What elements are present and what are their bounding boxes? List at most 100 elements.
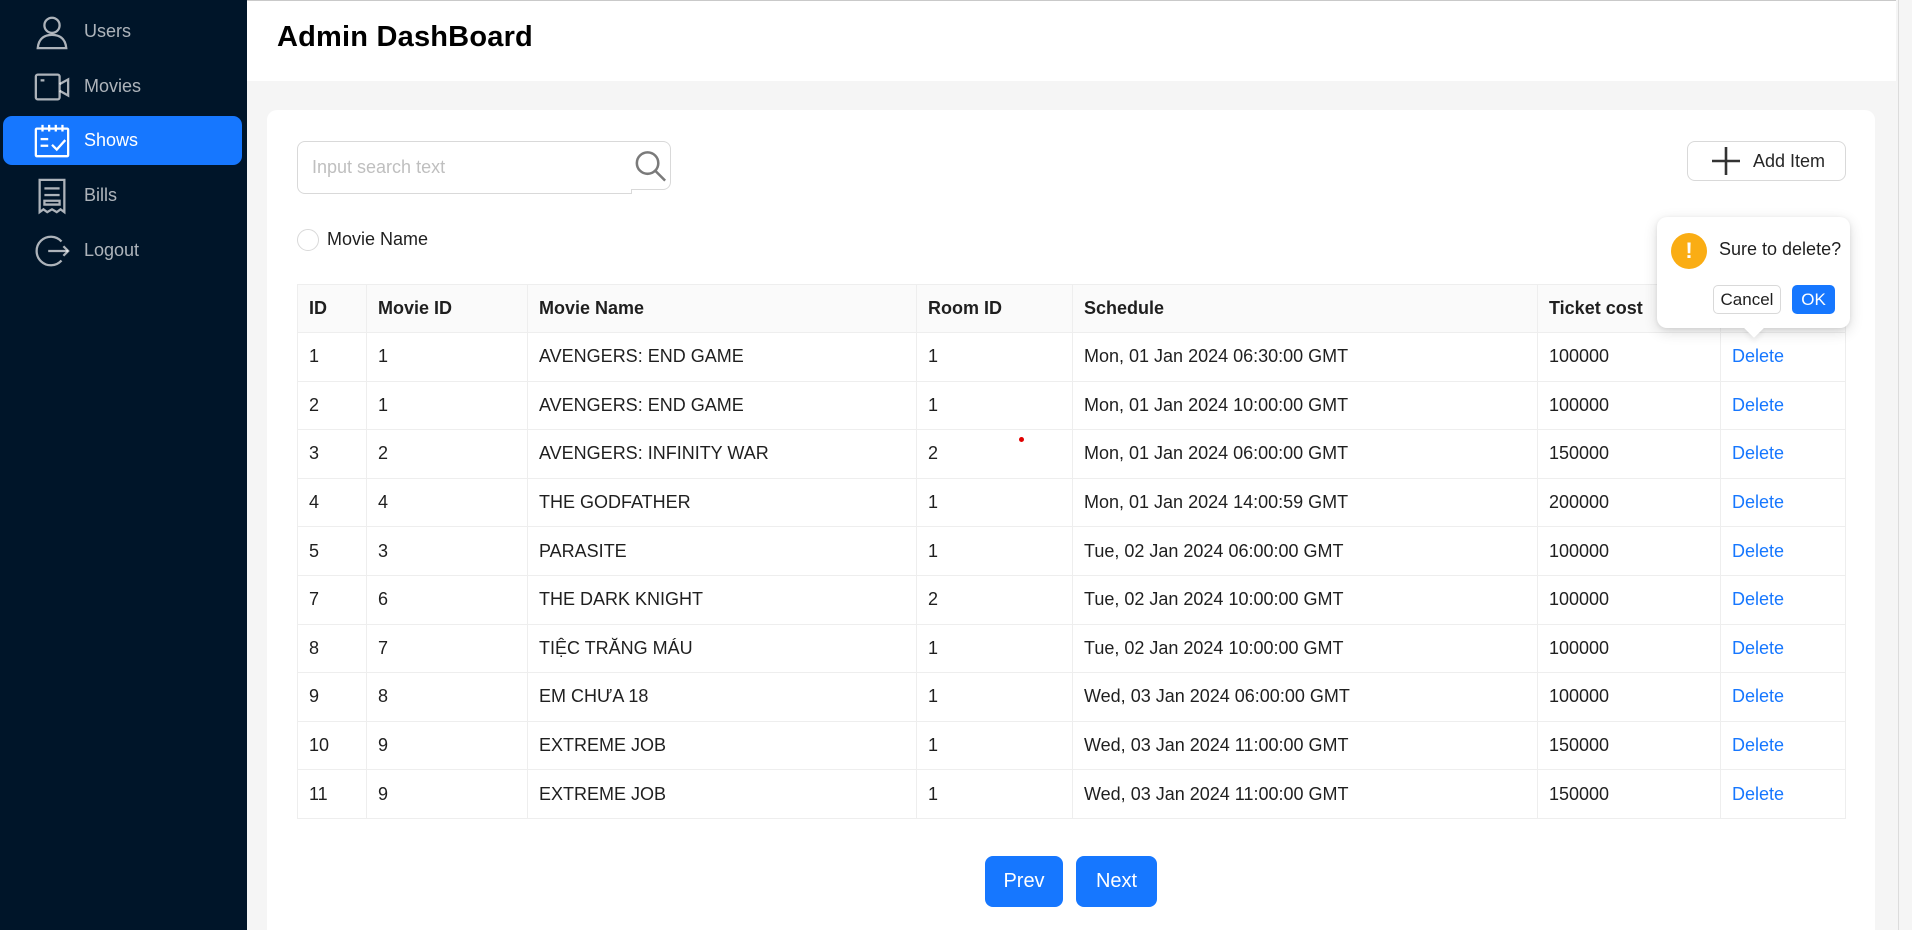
cell-movie-id: 3 (366, 526, 528, 576)
cancel-button[interactable]: Cancel (1713, 285, 1781, 314)
delete-link[interactable]: Delete (1720, 574, 1846, 625)
cell-ticket-cost: 100000 (1537, 574, 1721, 625)
cell-room-id: 1 (916, 623, 1073, 674)
sidebar-item-label: Users (84, 21, 132, 41)
table-row: 4 4 THE GODFATHER 1 Mon, 01 Jan 2024 14:00:5… (297, 477, 1846, 528)
delete-link[interactable]: Delete (1720, 429, 1846, 479)
column-header-schedule[interactable]: Schedule (1072, 284, 1538, 333)
cell-movie-id: 8 (366, 672, 528, 722)
plus-icon (1712, 147, 1740, 175)
cell-schedule: Wed, 03 Jan 2024 06:00:00 GMT (1072, 672, 1538, 722)
cell-id: 11 (297, 769, 367, 819)
cell-schedule: Tue, 02 Jan 2024 06:00:00 GMT (1072, 526, 1538, 576)
cell-id: 8 (297, 623, 367, 674)
sidebar-item-label: Movies (84, 76, 142, 96)
cell-ticket-cost: 150000 (1537, 720, 1721, 771)
cell-ticket-cost: 100000 (1537, 672, 1721, 722)
cell-schedule: Wed, 03 Jan 2024 11:00:00 GMT (1072, 720, 1538, 771)
cell-id: 2 (297, 380, 367, 431)
cell-room-id: 1 (916, 769, 1073, 819)
cell-room-id: 1 (916, 526, 1073, 576)
schedule-icon (31, 120, 73, 162)
cell-ticket-cost: 100000 (1537, 380, 1721, 431)
delete-link[interactable]: Delete (1720, 477, 1846, 528)
search-button[interactable] (631, 141, 671, 190)
sidebar-item-shows[interactable]: Shows (3, 116, 242, 165)
cell-ticket-cost: 150000 (1537, 769, 1721, 819)
delete-popconfirm: ! Sure to delete? Cancel OK (1657, 217, 1850, 338)
add-item-label: Add Item (1753, 150, 1826, 171)
next-page-button[interactable]: Next (1076, 856, 1157, 907)
cell-movie-name: EXTREME JOB (527, 769, 917, 819)
user-icon (31, 11, 73, 53)
window-edge (1898, 0, 1912, 930)
cell-room-id: 1 (916, 477, 1073, 528)
cell-movie-name: TIỆC TRĂNG MÁU (527, 623, 917, 674)
delete-link[interactable]: Delete (1720, 380, 1846, 431)
delete-link[interactable]: Delete (1720, 332, 1846, 382)
cell-room-id: 2 (916, 429, 1073, 479)
table-row: 11 9 EXTREME JOB 1 Wed, 03 Jan 2024 11:00:00… (297, 769, 1846, 819)
cell-movie-name: THE DARK KNIGHT (527, 574, 917, 625)
sidebar-item-logout[interactable]: Logout (3, 226, 242, 275)
cell-ticket-cost: 100000 (1537, 332, 1721, 382)
table-row: 1 1 AVENGERS: END GAME 1 Mon, 01 Jan 2024 06… (297, 332, 1846, 382)
column-header-room-id[interactable]: Room ID (916, 284, 1073, 333)
cell-schedule: Mon, 01 Jan 2024 06:00:00 GMT (1072, 429, 1538, 479)
table-row: 5 3 PARASITE 1 Tue, 02 Jan 2024 06:00:00 GMT… (297, 526, 1846, 576)
add-item-button[interactable]: Add Item (1687, 141, 1846, 181)
cell-movie-id: 6 (366, 574, 528, 625)
cell-room-id: 1 (916, 332, 1073, 382)
cell-schedule: Mon, 01 Jan 2024 06:30:00 GMT (1072, 332, 1538, 382)
cell-ticket-cost: 100000 (1537, 526, 1721, 576)
cell-movie-name: AVENGERS: END GAME (527, 332, 917, 382)
cell-room-id: 1 (916, 672, 1073, 722)
table-header-row: ID Movie ID Movie Name Room ID Schedule … (297, 284, 1846, 333)
table-row: 8 7 TIỆC TRĂNG MÁU 1 Tue, 02 Jan 2024 10:00:… (297, 623, 1846, 674)
cell-ticket-cost: 150000 (1537, 429, 1721, 479)
cell-movie-id: 7 (366, 623, 528, 674)
cell-id: 9 (297, 672, 367, 722)
table-row: 7 6 THE DARK KNIGHT 2 Tue, 02 Jan 2024 10:00… (297, 574, 1846, 625)
sidebar-item-movies[interactable]: Movies (3, 62, 242, 111)
table-row: 2 1 AVENGERS: END GAME 1 Mon, 01 Jan 2024 10… (297, 380, 1846, 431)
cell-movie-id: 2 (366, 429, 528, 479)
cell-id: 10 (297, 720, 367, 771)
movie-name-radio-label[interactable]: Movie Name (327, 229, 428, 250)
cell-room-id: 1 (916, 380, 1073, 431)
delete-link[interactable]: Delete (1720, 672, 1846, 722)
ok-button[interactable]: OK (1792, 285, 1835, 314)
delete-link[interactable]: Delete (1720, 623, 1846, 674)
cell-room-id: 1 (916, 720, 1073, 771)
movie-name-radio[interactable] (297, 229, 319, 251)
exclamation-icon: ! (1671, 233, 1707, 269)
sidebar-item-users[interactable]: Users (3, 7, 242, 56)
cell-movie-name: PARASITE (527, 526, 917, 576)
search-input[interactable] (297, 141, 632, 194)
cell-schedule: Wed, 03 Jan 2024 11:00:00 GMT (1072, 769, 1538, 819)
receipt-icon (31, 175, 73, 217)
shows-table: ID Movie ID Movie Name Room ID Schedule … (297, 284, 1846, 819)
cursor-dot (1019, 437, 1024, 442)
cell-id: 1 (297, 332, 367, 382)
delete-link[interactable]: Delete (1720, 769, 1846, 819)
table-row: 10 9 EXTREME JOB 1 Wed, 03 Jan 2024 11:00:00… (297, 720, 1846, 771)
video-camera-icon (31, 66, 73, 108)
cell-schedule: Mon, 01 Jan 2024 14:00:59 GMT (1072, 477, 1538, 528)
page-header: Admin DashBoard (247, 0, 1896, 81)
table-row: 9 8 EM CHƯA 18 1 Wed, 03 Jan 2024 06:00:00 G… (297, 672, 1846, 722)
delete-link[interactable]: Delete (1720, 526, 1846, 576)
cell-id: 7 (297, 574, 367, 625)
logout-icon (31, 230, 73, 272)
column-header-id[interactable]: ID (297, 284, 367, 333)
sidebar-item-label: Bills (84, 185, 118, 205)
column-header-movie-id[interactable]: Movie ID (366, 284, 528, 333)
cell-schedule: Tue, 02 Jan 2024 10:00:00 GMT (1072, 623, 1538, 674)
cell-schedule: Mon, 01 Jan 2024 10:00:00 GMT (1072, 380, 1538, 431)
sidebar-item-bills[interactable]: Bills (3, 171, 242, 220)
delete-link[interactable]: Delete (1720, 720, 1846, 771)
column-header-movie-name[interactable]: Movie Name (527, 284, 917, 333)
page-title: Admin DashBoard (277, 21, 533, 53)
cell-movie-id: 9 (366, 720, 528, 771)
prev-page-button[interactable]: Prev (985, 856, 1063, 907)
